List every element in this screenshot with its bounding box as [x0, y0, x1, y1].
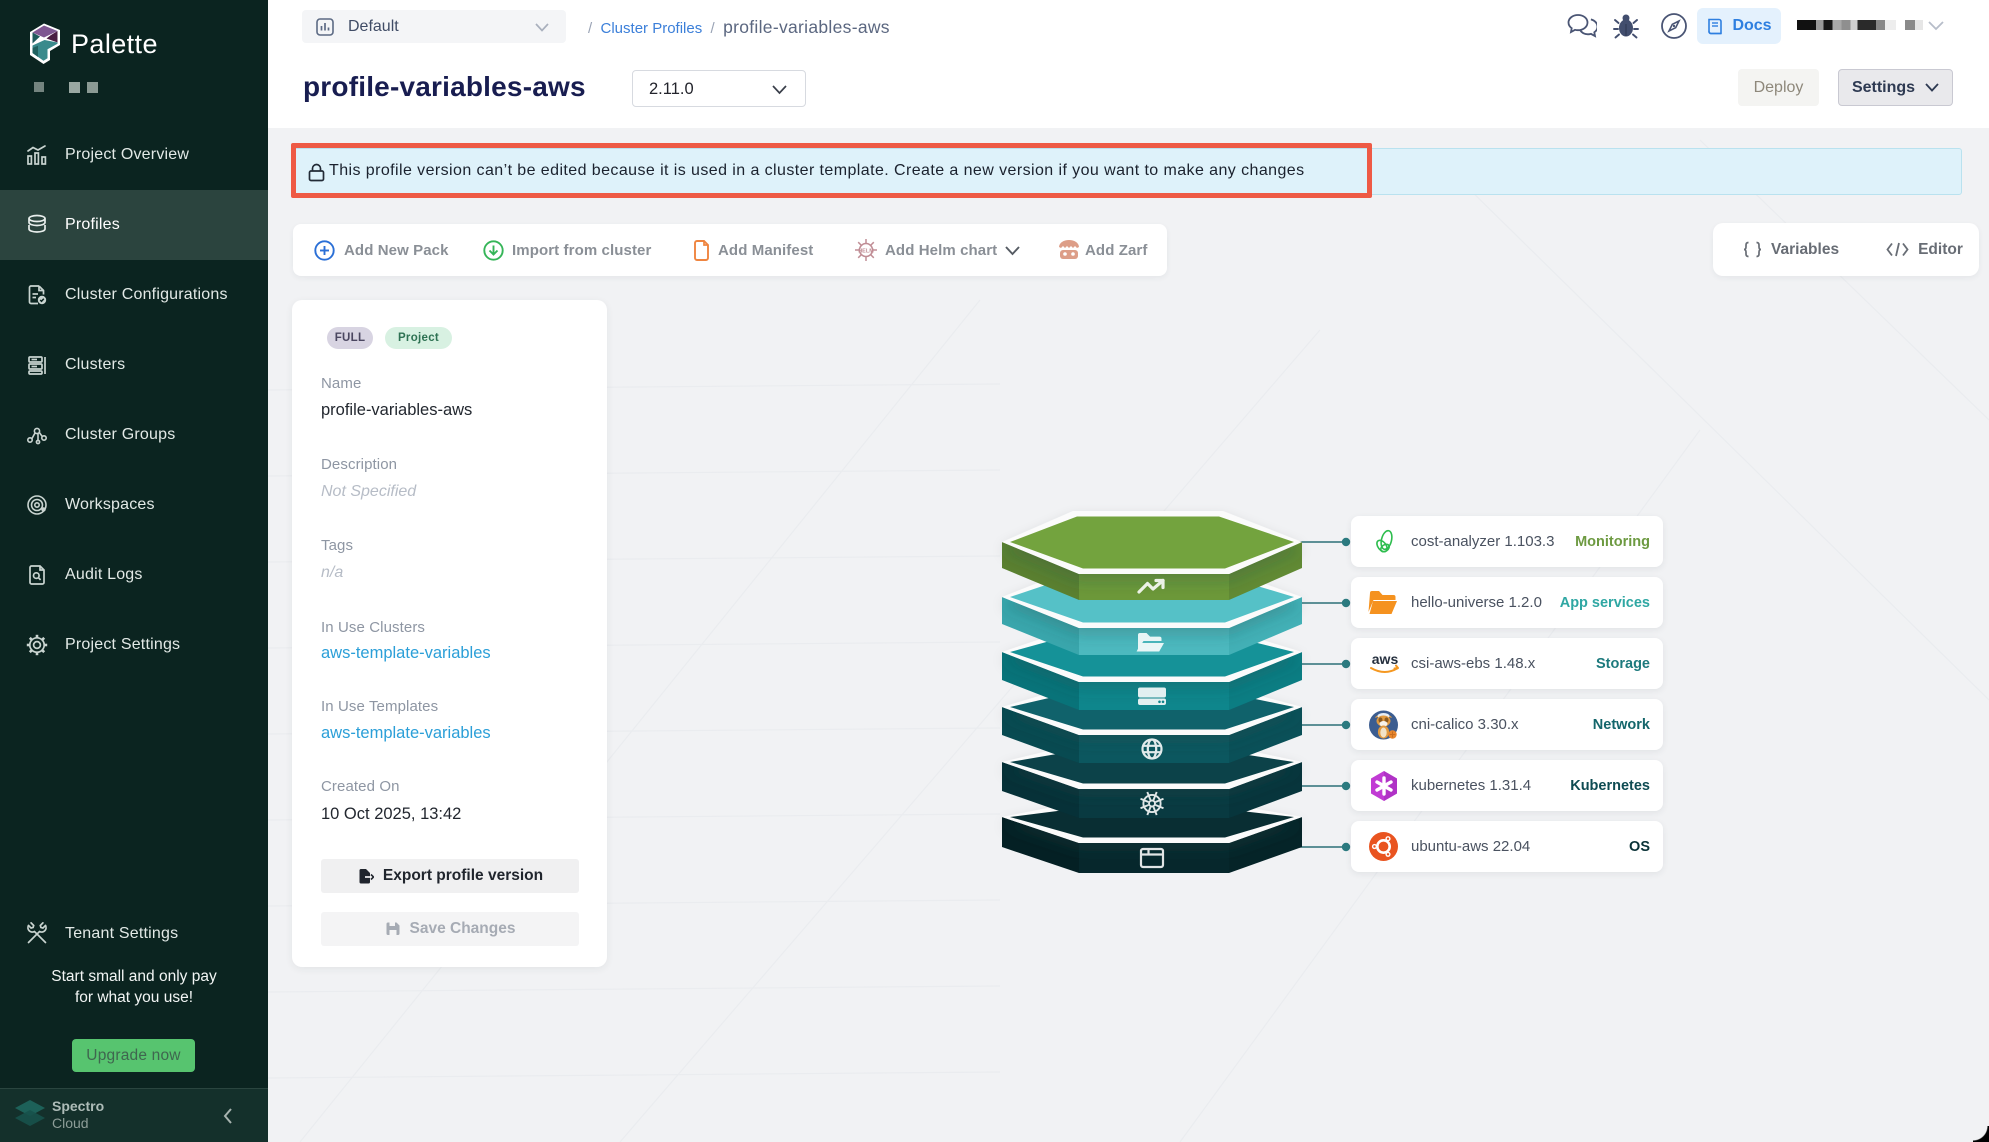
svg-text:HELM: HELM: [858, 249, 874, 255]
svg-text:aws: aws: [1372, 651, 1399, 667]
